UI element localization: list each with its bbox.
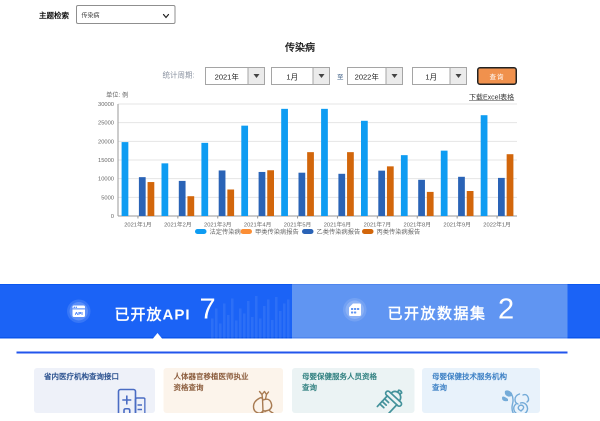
svg-text:30000: 30000 [98, 102, 114, 108]
svg-text:2021年9月: 2021年9月 [443, 221, 471, 229]
svg-text:10000: 10000 [98, 177, 114, 183]
svg-text:15000: 15000 [98, 158, 114, 164]
svg-text:2021年5月: 2021年5月 [284, 221, 312, 229]
svg-text:20000: 20000 [98, 140, 114, 146]
svg-text:5000: 5000 [101, 196, 114, 202]
svg-text:乙类传染病报告: 乙类传染病报告 [317, 227, 361, 236]
svg-text:API: API [75, 311, 83, 317]
svg-text:2021年8月: 2021年8月 [404, 221, 432, 229]
svg-text:2021年4月: 2021年4月 [244, 221, 272, 229]
svg-text:甲类传染病报告: 甲类传染病报告 [255, 227, 299, 236]
svg-text:25000: 25000 [98, 121, 114, 127]
svg-text:2021年2月: 2021年2月 [164, 221, 192, 229]
svg-text:2021年6月: 2021年6月 [324, 221, 352, 229]
svg-text:法定传染病: 法定传染病 [210, 227, 241, 236]
svg-text:2021年7月: 2021年7月 [364, 221, 392, 229]
svg-text:0: 0 [111, 214, 114, 220]
svg-text:单位: 例: 单位: 例 [106, 90, 128, 99]
svg-text:丙类传染病报告: 丙类传染病报告 [377, 227, 421, 236]
svg-text:2021年1月: 2021年1月 [124, 221, 152, 229]
svg-text:2022年1月: 2022年1月 [483, 221, 511, 229]
svg-text:2021年3月: 2021年3月 [204, 221, 232, 229]
